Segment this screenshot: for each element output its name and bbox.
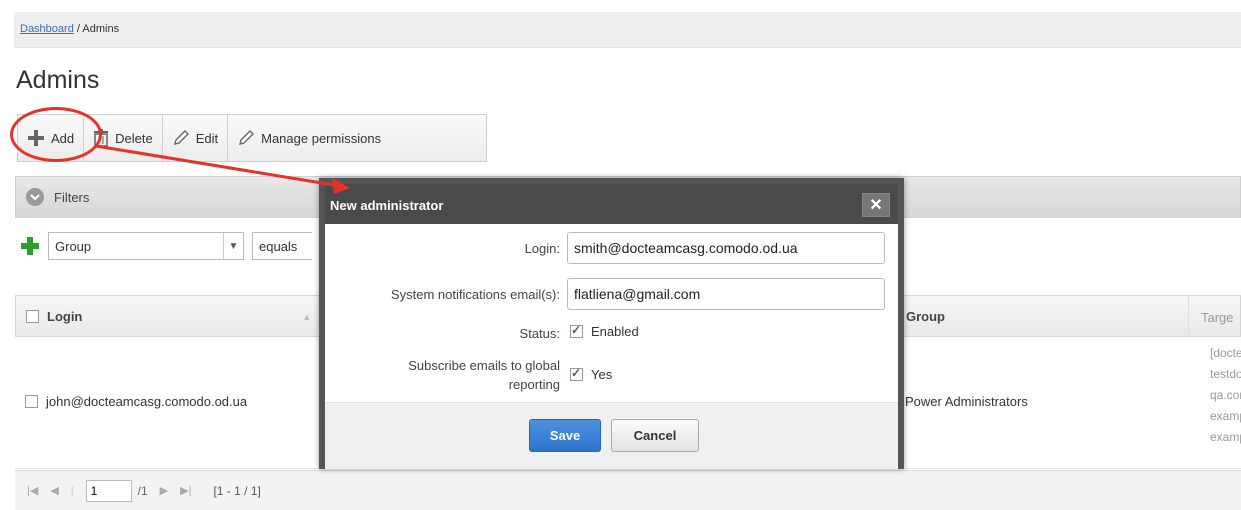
save-button[interactable]: Save — [529, 419, 601, 452]
status-enabled-checkbox[interactable] — [570, 323, 583, 338]
filter-operator-value: equals — [259, 238, 298, 254]
pager-divider: | — [70, 484, 74, 497]
chevron-down-icon: ▼ — [223, 233, 243, 259]
filter-field-select[interactable]: Group ▼ — [48, 232, 244, 260]
delete-button-label: Delete — [115, 130, 153, 146]
filter-row: Group ▼ equals — [20, 232, 312, 260]
dialog-title: New administrator — [330, 198, 444, 213]
email-label: System notifications email(s): — [390, 287, 560, 302]
edit-button[interactable]: Edit — [163, 115, 229, 161]
subscribe-label-line2: reporting — [508, 377, 560, 392]
email-input[interactable]: flatliena@gmail.com — [567, 278, 885, 310]
subscribe-label-line1: Subscribe emails to global — [408, 358, 560, 373]
breadcrumb: Dashboard / Admins — [14, 12, 1241, 48]
breadcrumb-current: Admins — [82, 23, 120, 35]
first-page-icon[interactable]: |◀ — [27, 484, 38, 497]
pager: |◀ ◀ | /1 ▶ ▶| [1 - 1 / 1] — [15, 470, 1241, 510]
target-item: qa.cor — [1210, 388, 1241, 402]
column-group[interactable]: Group — [906, 309, 945, 324]
dialog-footer: Save Cancel — [325, 402, 898, 469]
row-checkbox[interactable] — [25, 395, 38, 408]
column-targets[interactable]: Targe — [1188, 296, 1234, 338]
login-input[interactable]: smith@docteamcasg.comodo.od.ua — [567, 232, 885, 264]
chevron-down-icon[interactable] — [26, 188, 44, 206]
filter-field-value: Group — [55, 238, 92, 254]
row-group-cell: Power Administrators — [905, 394, 1028, 409]
row-targets: [docte testdo qa.cor examp examp — [1210, 343, 1241, 448]
pencil-icon — [237, 129, 255, 147]
next-page-icon[interactable]: ▶ — [160, 484, 168, 497]
filter-operator-select[interactable]: equals — [252, 232, 312, 260]
column-targets-label: Targe — [1201, 309, 1234, 325]
status-enabled-label: Enabled — [591, 324, 639, 339]
sort-asc-icon[interactable]: ▲ — [302, 312, 311, 322]
new-administrator-dialog: New administrator ✕ Login: smith@docteam… — [319, 178, 904, 469]
add-filter-icon[interactable] — [20, 236, 40, 256]
filters-title: Filters — [54, 189, 90, 205]
login-label: Login: — [524, 241, 560, 256]
page-number-input[interactable] — [85, 479, 132, 502]
manage-permissions-button[interactable]: Manage permissions — [228, 115, 390, 161]
select-all-checkbox[interactable] — [26, 310, 39, 323]
column-login[interactable]: Login ▲ — [26, 309, 311, 324]
column-group-label: Group — [906, 309, 945, 324]
target-item: examp — [1210, 409, 1241, 423]
status-label: Status: — [519, 326, 560, 341]
target-item: testdo — [1210, 367, 1241, 381]
subscribe-yes-label: Yes — [591, 367, 613, 382]
cancel-button[interactable]: Cancel — [611, 419, 699, 452]
last-page-icon[interactable]: ▶| — [180, 484, 191, 497]
dialog-header: New administrator ✕ — [325, 184, 898, 224]
annotation-highlight-oval — [10, 107, 102, 162]
status-field: Enabled — [570, 323, 639, 339]
target-item: [docte — [1210, 346, 1241, 360]
total-pages: /1 — [137, 483, 148, 498]
subscribe-yes-checkbox[interactable] — [570, 366, 583, 381]
target-item: examp — [1210, 430, 1241, 444]
subscribe-field: Yes — [570, 366, 613, 382]
prev-page-icon[interactable]: ◀ — [50, 484, 58, 497]
page-range: [1 - 1 / 1] — [213, 483, 261, 498]
row-login-cell: john@docteamcasg.comodo.od.ua — [25, 394, 247, 409]
subscribe-label: Subscribe emails to global reporting — [325, 356, 560, 394]
column-login-label: Login — [47, 309, 83, 324]
page-title: Admins — [16, 66, 100, 94]
manage-permissions-label: Manage permissions — [261, 130, 382, 146]
breadcrumb-dashboard-link[interactable]: Dashboard — [20, 23, 74, 35]
row-login: john@docteamcasg.comodo.od.ua — [46, 394, 248, 409]
close-icon[interactable]: ✕ — [862, 193, 890, 217]
edit-button-label: Edit — [195, 130, 219, 146]
row-group: Power Administrators — [905, 394, 1028, 409]
pencil-icon — [172, 129, 190, 147]
